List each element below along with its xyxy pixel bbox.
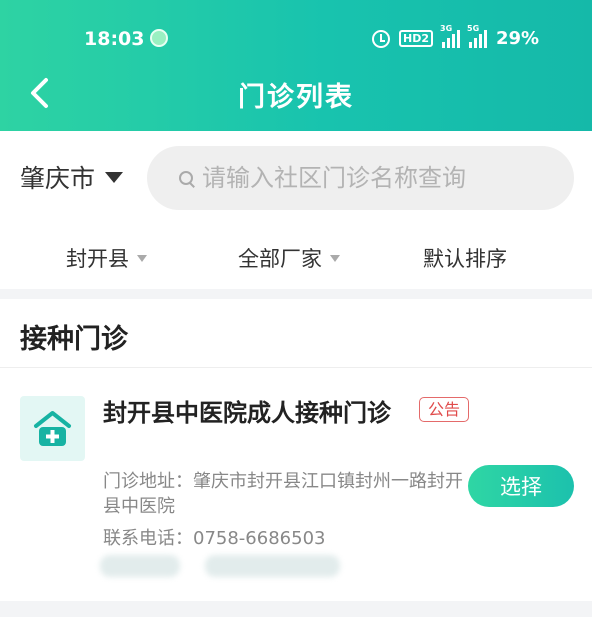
hd-icon: HD2 xyxy=(399,30,433,47)
message-notification-icon xyxy=(150,29,168,47)
filter-manufacturer[interactable]: 全部厂家 xyxy=(238,243,340,273)
filter-sort-label: 默认排序 xyxy=(423,247,507,271)
filter-county[interactable]: 封开县 xyxy=(66,243,147,273)
clinic-icon xyxy=(20,396,85,461)
clinic-list: 接种门诊 封开县中医院成人接种门诊 公告 门诊地址：肇庆市封开县江口镇封州一路封… xyxy=(0,299,592,601)
filter-manufacturer-label: 全部厂家 xyxy=(238,247,322,271)
divider xyxy=(0,367,592,368)
clinic-name[interactable]: 封开县中医院成人接种门诊 xyxy=(103,396,403,431)
signal-1-label: 3G xyxy=(440,23,453,33)
blurred-text xyxy=(100,555,180,577)
blurred-text xyxy=(205,555,340,577)
filter-sort[interactable]: 默认排序 xyxy=(423,243,507,273)
caret-down-icon xyxy=(330,254,340,262)
city-label: 肇庆市 xyxy=(20,164,96,193)
search-icon xyxy=(179,170,194,186)
alarm-icon xyxy=(372,29,390,48)
caret-down-icon xyxy=(105,171,124,183)
notice-badge[interactable]: 公告 xyxy=(419,397,470,422)
filter-county-label: 封开县 xyxy=(66,247,129,271)
signal-2-label: 5G xyxy=(467,23,480,33)
status-icons: HD2 3G 5G 29% xyxy=(372,24,540,49)
search-input[interactable] xyxy=(202,164,562,192)
search-area: 肇庆市 xyxy=(0,131,592,223)
signal-icon-1: 3G xyxy=(440,24,460,48)
signal-icon-2: 5G xyxy=(467,24,487,48)
page-title: 门诊列表 xyxy=(238,82,354,113)
clinic-address: 门诊地址：肇庆市封开县江口镇封州一路封开县中医院 xyxy=(103,471,463,517)
select-clinic-button[interactable]: 选择 xyxy=(468,465,574,507)
status-bar: 18:03 HD2 3G 5G 29% xyxy=(0,22,592,56)
app-header: 18:03 HD2 3G 5G 29% 门诊列表 xyxy=(0,0,592,131)
filter-bar: 封开县 全部厂家 默认排序 xyxy=(0,223,592,289)
city-selector[interactable]: 肇庆市 xyxy=(20,159,124,195)
caret-down-icon xyxy=(137,254,147,262)
clinic-phone: 联系电话：0758-6686503 xyxy=(103,528,326,549)
search-box[interactable] xyxy=(147,146,574,210)
status-time: 18:03 xyxy=(84,28,145,50)
battery-level: 29% xyxy=(496,28,540,49)
section-title: 接种门诊 xyxy=(20,324,128,355)
